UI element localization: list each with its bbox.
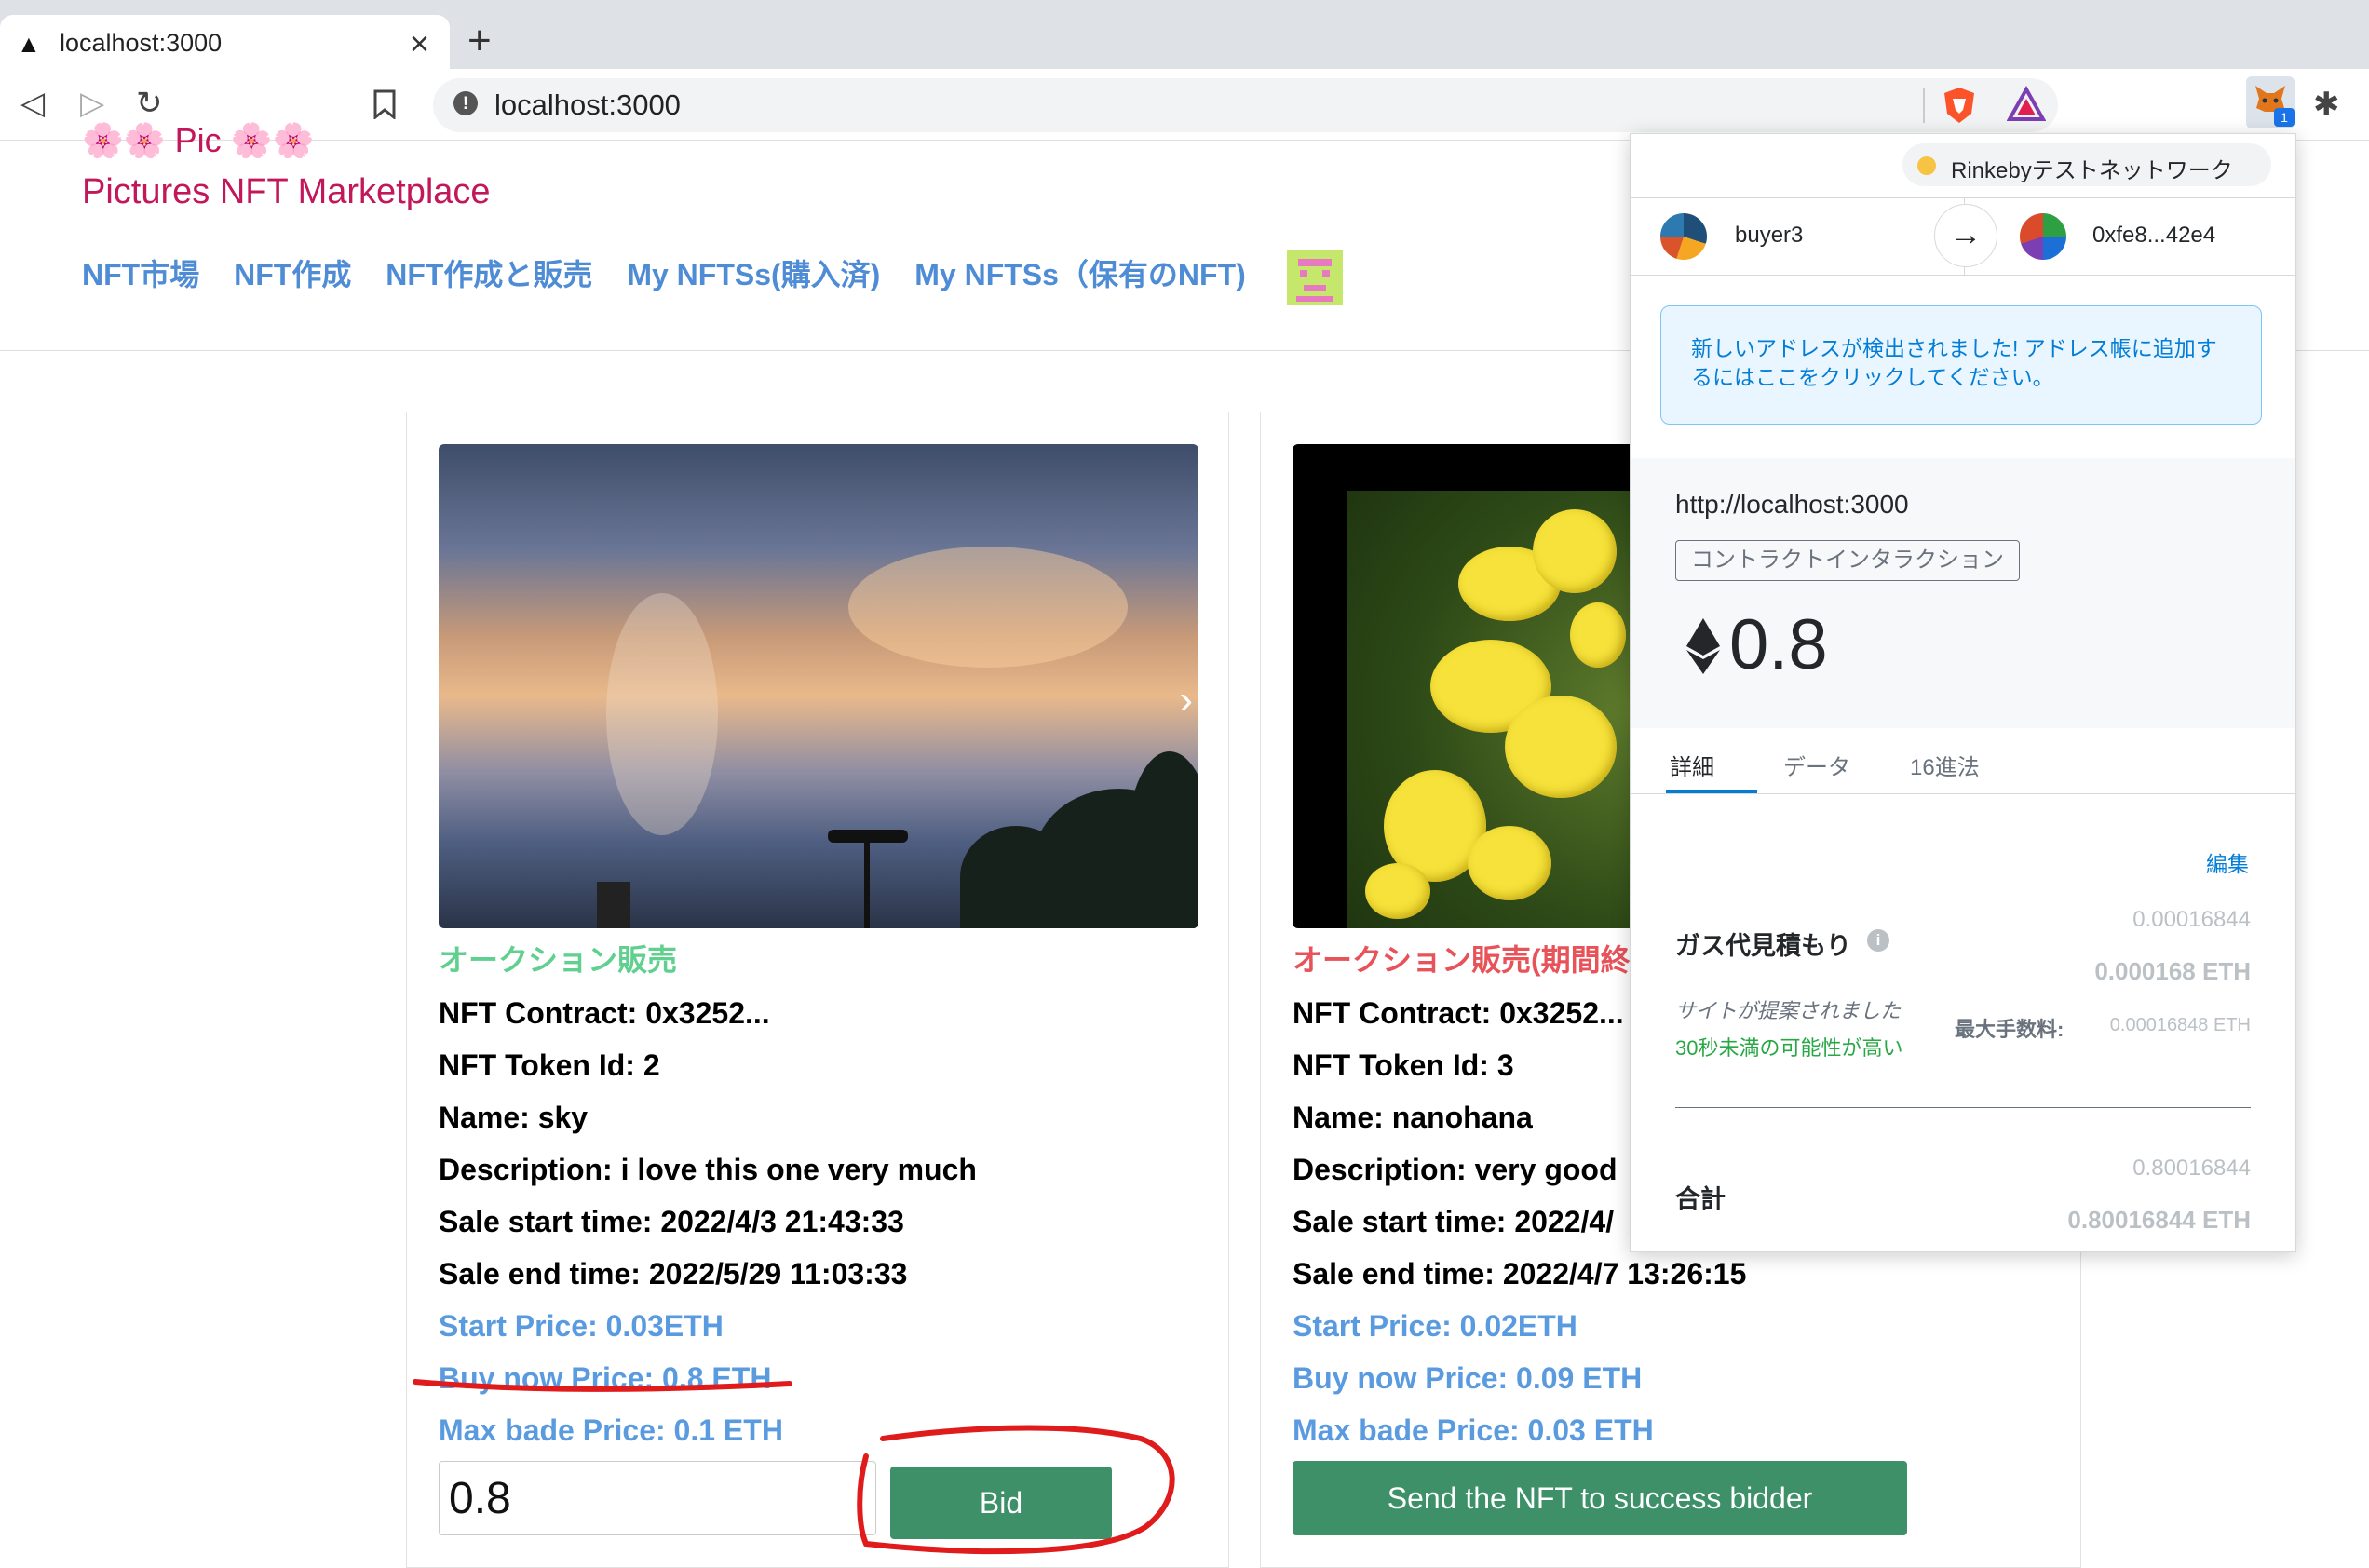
sale-end-time: Sale end time: 2022/5/29 11:03:33 (439, 1257, 908, 1291)
nft-contract: NFT Contract: 0x3252... (1293, 996, 1624, 1030)
close-tab-icon[interactable]: × (410, 24, 429, 63)
notification-badge: 1 (2274, 108, 2295, 127)
metamask-extension-icon[interactable]: 1 (2246, 76, 2295, 128)
brave-shield-icon[interactable] (1942, 86, 1977, 125)
total-label: 合計 (1675, 1185, 1726, 1213)
nft-contract: NFT Contract: 0x3252... (439, 996, 770, 1030)
url-text[interactable]: localhost:3000 (494, 88, 681, 122)
nft-name: Name: sky (439, 1101, 589, 1134)
bid-amount-input[interactable]: 0.8 (439, 1461, 876, 1535)
to-account-avatar (2020, 213, 2066, 260)
sale-start-time: Sale start time: 2022/4/ (1293, 1205, 1615, 1238)
sale-end-time: Sale end time: 2022/4/7 13:26:15 (1293, 1257, 1747, 1291)
start-price: Start Price: 0.02ETH (1293, 1309, 1577, 1343)
tab-details[interactable]: 詳細 (1670, 749, 1714, 781)
gas-estimate-value: 0.00016844 (2132, 907, 2251, 932)
reload-icon[interactable]: ↻ (136, 84, 163, 123)
network-selector[interactable]: Rinkebyテストネットワーク (1902, 143, 2271, 186)
triangle-favicon-icon: ▲ (17, 30, 41, 58)
browser-tab-bar: ▲ localhost:3000 × + (0, 0, 2369, 69)
origin-url: http://localhost:3000 (1675, 490, 1909, 519)
send-nft-button[interactable]: Send the NFT to success bidder (1293, 1461, 1907, 1535)
active-tab-indicator (1666, 790, 1757, 793)
time-estimate-text: 30秒未満の可能性が高い (1675, 1036, 1903, 1060)
brave-rewards-icon[interactable] (2006, 85, 2047, 125)
sale-status: オークション販売 (439, 943, 678, 977)
max-fee-value: 0.00016848 ETH (2109, 1015, 2251, 1035)
tab-data[interactable]: データ (1783, 749, 1850, 781)
total-eth: 0.80016844 ETH (2067, 1206, 2251, 1234)
back-icon[interactable]: ◁ (20, 84, 45, 123)
edit-gas-link[interactable]: 編集 (2206, 846, 2249, 878)
transaction-amount: 0.8 (1729, 605, 1828, 684)
sale-start-time: Sale start time: 2022/4/3 21:43:33 (439, 1205, 904, 1238)
start-price: Start Price: 0.03ETH (439, 1309, 724, 1343)
nft-card-sky: › オークション販売 NFT Contract: 0x3252... NFT T… (406, 412, 1229, 1568)
nft-image-sky: › (439, 444, 1198, 928)
nav-link-my-purchased[interactable]: My NFTSs(購入済) (627, 258, 880, 291)
nft-description: Description: very good (1293, 1153, 1618, 1186)
browser-tab[interactable]: ▲ localhost:3000 × (0, 15, 450, 69)
browser-toolbar: ◁ ▷ ↻ ! localhost:3000 1 ✱ (0, 69, 2369, 141)
max-bid-price: Max bade Price: 0.03 ETH (1293, 1413, 1654, 1447)
max-fee-label: 最大手数料: (1955, 1018, 2064, 1041)
address-bar[interactable]: ! localhost:3000 (433, 78, 2058, 132)
metamask-popup: Rinkebyテストネットワーク buyer3 → 0xfe8...42e4 新… (1630, 133, 2296, 1252)
total-divider (1675, 1107, 2251, 1108)
network-label: Rinkebyテストネットワーク (1951, 158, 2233, 183)
site-title: Pictures NFT Marketplace (82, 172, 491, 211)
carousel-next-icon[interactable]: › (1179, 677, 1193, 723)
transaction-type-label: コントラクトインタラクション (1675, 540, 2020, 581)
from-account-name[interactable]: buyer3 (1735, 223, 1803, 249)
info-icon[interactable]: ! (453, 91, 478, 115)
extensions-puzzle-icon[interactable]: ✱ (2313, 86, 2340, 123)
gas-estimate-label: ガス代見積もり (1675, 932, 1851, 960)
arrow-right-icon: → (1934, 204, 1997, 267)
nft-token-id: NFT Token Id: 2 (439, 1048, 660, 1082)
bookmark-icon[interactable] (372, 89, 397, 124)
detail-tabs: 詳細 データ 16進法 (1631, 728, 2295, 794)
info-icon[interactable]: i (1867, 929, 1889, 952)
omnibox-divider (1923, 88, 1925, 123)
tab-hex[interactable]: 16進法 (1910, 749, 1980, 781)
site-suggested-text: サイトが提案されました (1675, 999, 1902, 1022)
nft-description: Description: i love this one very much (439, 1153, 977, 1186)
site-logo-text: 🌸🌸 Pic 🌸🌸 (82, 121, 315, 159)
sale-status: オークション販売(期間終 (1293, 943, 1631, 977)
nav-link-market[interactable]: NFT市場 (82, 258, 199, 291)
gas-estimate-eth: 0.000168 ETH (2094, 957, 2251, 985)
main-nav: NFT市場 NFT作成 NFT作成と販売 My NFTSs(購入済) My NF… (82, 251, 1272, 294)
buy-now-price: Buy now Price: 0.8 ETH (439, 1361, 772, 1395)
nft-token-id: NFT Token Id: 3 (1293, 1048, 1514, 1082)
nav-link-create[interactable]: NFT作成 (234, 258, 351, 291)
tab-title: localhost:3000 (60, 29, 223, 57)
nft-name: Name: nanohana (1293, 1101, 1533, 1134)
network-status-dot (1917, 156, 1936, 175)
new-tab-icon[interactable]: + (467, 20, 492, 61)
user-avatar[interactable] (1287, 250, 1343, 305)
bid-button[interactable]: Bid (890, 1467, 1112, 1539)
account-transfer-row: buyer3 → 0xfe8...42e4 (1631, 197, 2295, 276)
total-value: 0.80016844 (2132, 1156, 2251, 1181)
nav-link-my-owned[interactable]: My NFTSs（保有のNFT) (914, 258, 1246, 291)
new-address-notice[interactable]: 新しいアドレスが検出されました! アドレス帳に追加するにはここをクリックしてくだ… (1660, 305, 2262, 425)
buy-now-price: Buy now Price: 0.09 ETH (1293, 1361, 1643, 1395)
from-account-avatar (1660, 213, 1707, 260)
to-account-address[interactable]: 0xfe8...42e4 (2092, 223, 2215, 249)
forward-icon[interactable]: ▷ (80, 84, 104, 123)
nav-link-create-and-sell[interactable]: NFT作成と販売 (386, 258, 592, 291)
ethereum-icon (1685, 618, 1722, 674)
max-bid-price: Max bade Price: 0.1 ETH (439, 1413, 783, 1447)
